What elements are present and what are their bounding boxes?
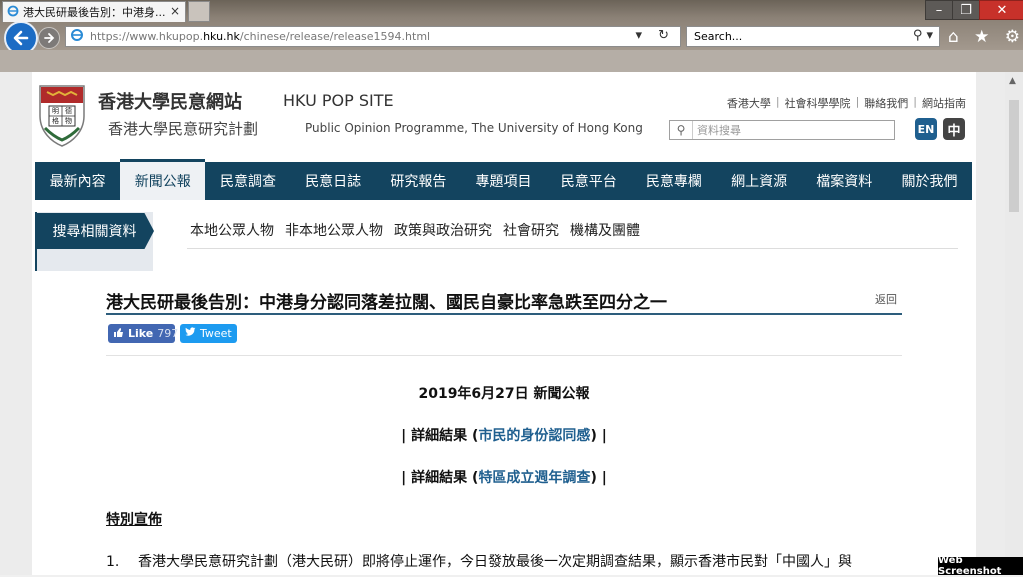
ie-logo-icon — [70, 28, 84, 45]
address-bar[interactable]: https://www.hkupop. hku.hk/chinese/releas… — [65, 26, 681, 47]
search-icon[interactable]: ⚲ ▾ — [913, 28, 933, 43]
magnifier-icon[interactable]: ⚲ — [670, 121, 693, 139]
nav-item-diary[interactable]: 民意日誌 — [291, 162, 376, 200]
link-anniversary-results[interactable]: 特區成立週年調查 — [478, 470, 590, 486]
url-path: /chinese/release/release1594.html — [239, 30, 431, 43]
detail-results-anniversary: | 詳細結果 (特區成立週年調查) | — [32, 467, 976, 487]
twitter-bird-icon — [185, 327, 196, 340]
browser-toolbar-icons: ⌂ ★ ⚙ — [948, 27, 1020, 47]
favorites-star-icon[interactable]: ★ — [974, 27, 989, 47]
detail-prefix: | 詳細結果 ( — [401, 428, 479, 444]
subnav-links: 本地公眾人物 非本地公眾人物 政策與政治研究 社會研究 機構及團體 — [190, 220, 640, 240]
site-search-input[interactable]: ⚲ 資料搜尋 — [669, 120, 895, 140]
programme-title-zh: 香港大學民意研究計劃 — [108, 120, 259, 138]
web-screenshot-watermark: Web Screenshot — [938, 555, 1023, 577]
arrow-left-icon — [13, 30, 29, 46]
special-announcement-heading: 特別宣佈 — [106, 512, 162, 528]
nav-item-projects[interactable]: 專題項目 — [461, 162, 546, 200]
top-links: 香港大學 | 社會科學學院 | 聯絡我們 | 網站指南 — [726, 95, 966, 111]
tweet-label: Tweet — [200, 327, 232, 340]
subnav-label: 搜尋相關資料 — [35, 213, 154, 249]
tab-close-icon[interactable]: × — [170, 4, 180, 18]
forward-button[interactable] — [38, 27, 60, 49]
detail-prefix: | 詳細結果 ( — [401, 470, 479, 486]
lang-zh-button[interactable]: 中 — [943, 118, 965, 140]
subnav-link-policy[interactable]: 政策與政治研究 — [394, 220, 492, 240]
close-window-button[interactable]: ✕ — [979, 0, 1023, 20]
like-label: Like — [128, 327, 154, 340]
thumbs-up-icon — [113, 327, 124, 341]
nav-item-latest[interactable]: 最新內容 — [35, 162, 120, 200]
top-link-contact[interactable]: 聯絡我們 — [864, 95, 908, 111]
vertical-scrollbar[interactable]: ▲ — [1005, 72, 1023, 575]
paragraph-number: 1. — [106, 554, 120, 570]
nav-item-polls[interactable]: 民意調查 — [205, 162, 290, 200]
subnav-link-nonlocal-figures[interactable]: 非本地公眾人物 — [285, 220, 383, 240]
scroll-up-icon[interactable]: ▲ — [1009, 76, 1016, 86]
divider — [106, 313, 902, 315]
tab-title: 港大民研最後告別：中港身... — [23, 6, 166, 19]
back-link[interactable]: 返回 — [875, 291, 897, 307]
link-identity-results[interactable]: 市民的身份認同感 — [478, 428, 590, 444]
minimize-button[interactable]: – — [925, 0, 953, 20]
gear-icon[interactable]: ⚙ — [1005, 27, 1020, 47]
site-search-placeholder: 資料搜尋 — [697, 124, 741, 137]
scrollbar-thumb[interactable] — [1009, 100, 1019, 212]
web-page: 明 德 格 物 香港大學民意網站 HKU POP SITE 香港大學民意研究計劃… — [32, 72, 976, 575]
paragraph-text: 香港大學民意研究計劃（港大民研）即將停止運作，今日發放最後一次定期調查結果，顯示… — [138, 554, 852, 570]
nav-item-column[interactable]: 民意專欄 — [631, 162, 716, 200]
nav-item-resources[interactable]: 網上資源 — [717, 162, 802, 200]
site-title-en: HKU POP SITE — [283, 91, 394, 110]
tab-bar — [0, 50, 1023, 72]
detail-results-identity: | 詳細結果 (市民的身份認同感) | — [32, 425, 976, 445]
detail-suffix: ) | — [590, 470, 607, 486]
nav-item-archive[interactable]: 檔案資料 — [802, 162, 887, 200]
browser-search-input[interactable]: Search... ⚲ ▾ — [686, 26, 940, 47]
top-link-social-science[interactable]: 社會科學學院 — [785, 95, 851, 111]
nav-item-platform[interactable]: 民意平台 — [546, 162, 631, 200]
detail-suffix: ) | — [590, 428, 607, 444]
top-link-sitemap[interactable]: 網站指南 — [922, 95, 966, 111]
paragraph-1: 1. 香港大學民意研究計劃（港大民研）即將停止運作，今日發放最後一次定期調查結果，… — [106, 551, 852, 571]
top-link-hku[interactable]: 香港大學 — [727, 95, 771, 111]
refresh-icon[interactable]: ▾ ↻ — [635, 28, 675, 43]
nav-item-about[interactable]: 關於我們 — [887, 162, 972, 200]
lang-en-button[interactable]: EN — [915, 118, 937, 140]
browser-tab[interactable]: 港大民研最後告別：中港身... × — [2, 1, 186, 22]
article-title: 港大民研最後告別：中港身分認同落差拉闊、國民自豪比率急跌至四分之一 — [106, 293, 667, 313]
nav-item-press-release[interactable]: 新聞公報 — [120, 159, 206, 200]
maximize-button[interactable]: ❐ — [952, 0, 980, 20]
divider — [106, 355, 902, 356]
logo-char: 明 — [52, 107, 59, 115]
nav-item-reports[interactable]: 研究報告 — [376, 162, 461, 200]
ie-tab-icon — [7, 5, 19, 20]
tweet-button[interactable]: Tweet — [180, 324, 237, 343]
subnav-link-social[interactable]: 社會研究 — [503, 220, 559, 240]
logo-char: 物 — [65, 117, 72, 125]
release-date: 2019年6月27日 新聞公報 — [418, 386, 590, 402]
url-prefix: https://www.hkupop. — [90, 30, 204, 43]
url-domain: hku.hk — [203, 30, 240, 43]
logo-char: 格 — [52, 117, 59, 125]
site-title-zh: 香港大學民意網站 — [98, 92, 242, 113]
arrow-right-icon — [44, 33, 55, 43]
browser-search-placeholder: Search... — [694, 30, 743, 43]
subnav-link-local-figures[interactable]: 本地公眾人物 — [190, 220, 274, 240]
main-nav: 最新內容 新聞公報 民意調查 民意日誌 研究報告 專題項目 民意平台 民意專欄 … — [35, 159, 972, 200]
subnav-link-organizations[interactable]: 機構及團體 — [570, 220, 640, 240]
new-tab-button[interactable] — [188, 1, 210, 22]
home-icon[interactable]: ⌂ — [948, 27, 959, 47]
facebook-like-button[interactable]: Like 797 — [108, 324, 179, 343]
like-count: 797 — [157, 327, 179, 340]
divider — [187, 248, 958, 249]
programme-title-en: Public Opinion Programme, The University… — [305, 121, 643, 135]
logo-char: 德 — [65, 107, 72, 115]
